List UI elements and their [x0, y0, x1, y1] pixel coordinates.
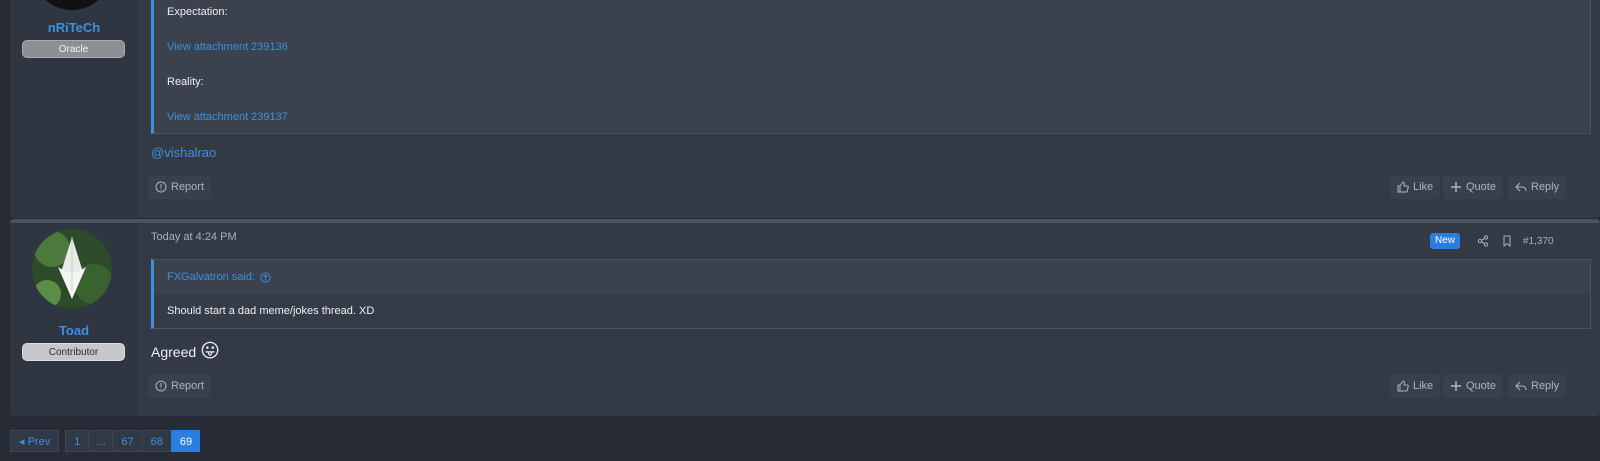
quote-label: Quote [1466, 181, 1496, 193]
tongue-emoji-icon: 😛 [200, 341, 220, 362]
like-button[interactable]: Like [1390, 175, 1441, 199]
quote-button[interactable]: Quote [1443, 175, 1503, 199]
quote-content: Should start a dad meme/jokes thread. XD [154, 294, 1590, 328]
report-label: Report [171, 181, 205, 193]
share-icon[interactable] [1477, 235, 1489, 247]
avatar[interactable] [32, 0, 112, 10]
new-badge: New [1430, 233, 1461, 249]
post-body-text: Agreed [151, 343, 197, 360]
quote-text: Reality: [167, 76, 204, 88]
reply-button[interactable]: Reply [1508, 175, 1567, 199]
page-link-68[interactable]: 68 [141, 430, 171, 452]
quote-block: Expectation: View attachment 239136 Real… [151, 0, 1591, 134]
quote-block: FXGalvatron said: Should start a dad mem… [151, 259, 1591, 329]
username[interactable]: nRiTeCh [10, 20, 138, 35]
like-button[interactable]: Like [1390, 374, 1441, 398]
plus-icon [1451, 381, 1461, 391]
post-nritech: nRiTeCh Oracle Expectation: View attachm… [10, 0, 1600, 218]
post-toad: Toad Contributor Today at 4:24 PM New #1… [10, 219, 1600, 416]
thumbs-up-icon [1397, 181, 1409, 193]
flower-avatar-image [32, 229, 112, 309]
reply-icon [1515, 182, 1527, 192]
page-ellipsis[interactable]: … [88, 430, 113, 452]
report-button[interactable]: Report [148, 175, 212, 199]
user-mention[interactable]: @vishalrao [151, 145, 216, 160]
attachment-link[interactable]: View attachment 239137 [167, 111, 288, 123]
quote-author: FXGalvatron said: [167, 271, 256, 283]
prev-page-button[interactable]: ◂ Prev [10, 430, 60, 452]
user-cell: Toad Contributor [10, 223, 138, 416]
page-list: 1 … 67 68 69 [65, 430, 201, 452]
quote-label: Quote [1466, 380, 1496, 392]
attachment-link[interactable]: View attachment 239136 [167, 41, 288, 53]
reply-button[interactable]: Reply [1508, 374, 1567, 398]
quote-text: Expectation: [167, 6, 228, 18]
reply-icon [1515, 381, 1527, 391]
like-label: Like [1413, 380, 1434, 392]
thumbs-up-icon [1397, 380, 1409, 392]
quote-text: Should start a dad meme/jokes thread. XD [167, 305, 375, 317]
arrow-up-circle-icon [260, 271, 271, 283]
page-link-1[interactable]: 1 [65, 430, 89, 452]
user-cell: nRiTeCh Oracle [10, 0, 138, 218]
user-title-badge: Oracle [22, 40, 125, 58]
user-title-badge: Contributor [22, 343, 125, 361]
username[interactable]: Toad [10, 323, 138, 338]
page-link-69-current[interactable]: 69 [170, 430, 201, 452]
page-link-67[interactable]: 67 [112, 430, 142, 452]
post-body: Agreed 😛 [151, 340, 220, 363]
like-label: Like [1413, 181, 1434, 193]
report-button[interactable]: Report [148, 374, 212, 398]
quote-button[interactable]: Quote [1443, 374, 1503, 398]
avatar[interactable] [32, 229, 112, 309]
report-icon [155, 181, 167, 193]
quote-author-link[interactable]: FXGalvatron said: [167, 271, 271, 283]
pagination: ◂ Prev 1 … 67 68 69 [10, 430, 201, 452]
report-label: Report [171, 380, 205, 392]
bookmark-icon[interactable] [1501, 235, 1513, 247]
reply-label: Reply [1531, 181, 1560, 193]
post-date[interactable]: Today at 4:24 PM [151, 231, 237, 243]
reply-label: Reply [1531, 380, 1560, 392]
post-number-link[interactable]: #1,370 [1523, 236, 1554, 247]
plus-icon [1451, 182, 1461, 192]
report-icon [155, 380, 167, 392]
